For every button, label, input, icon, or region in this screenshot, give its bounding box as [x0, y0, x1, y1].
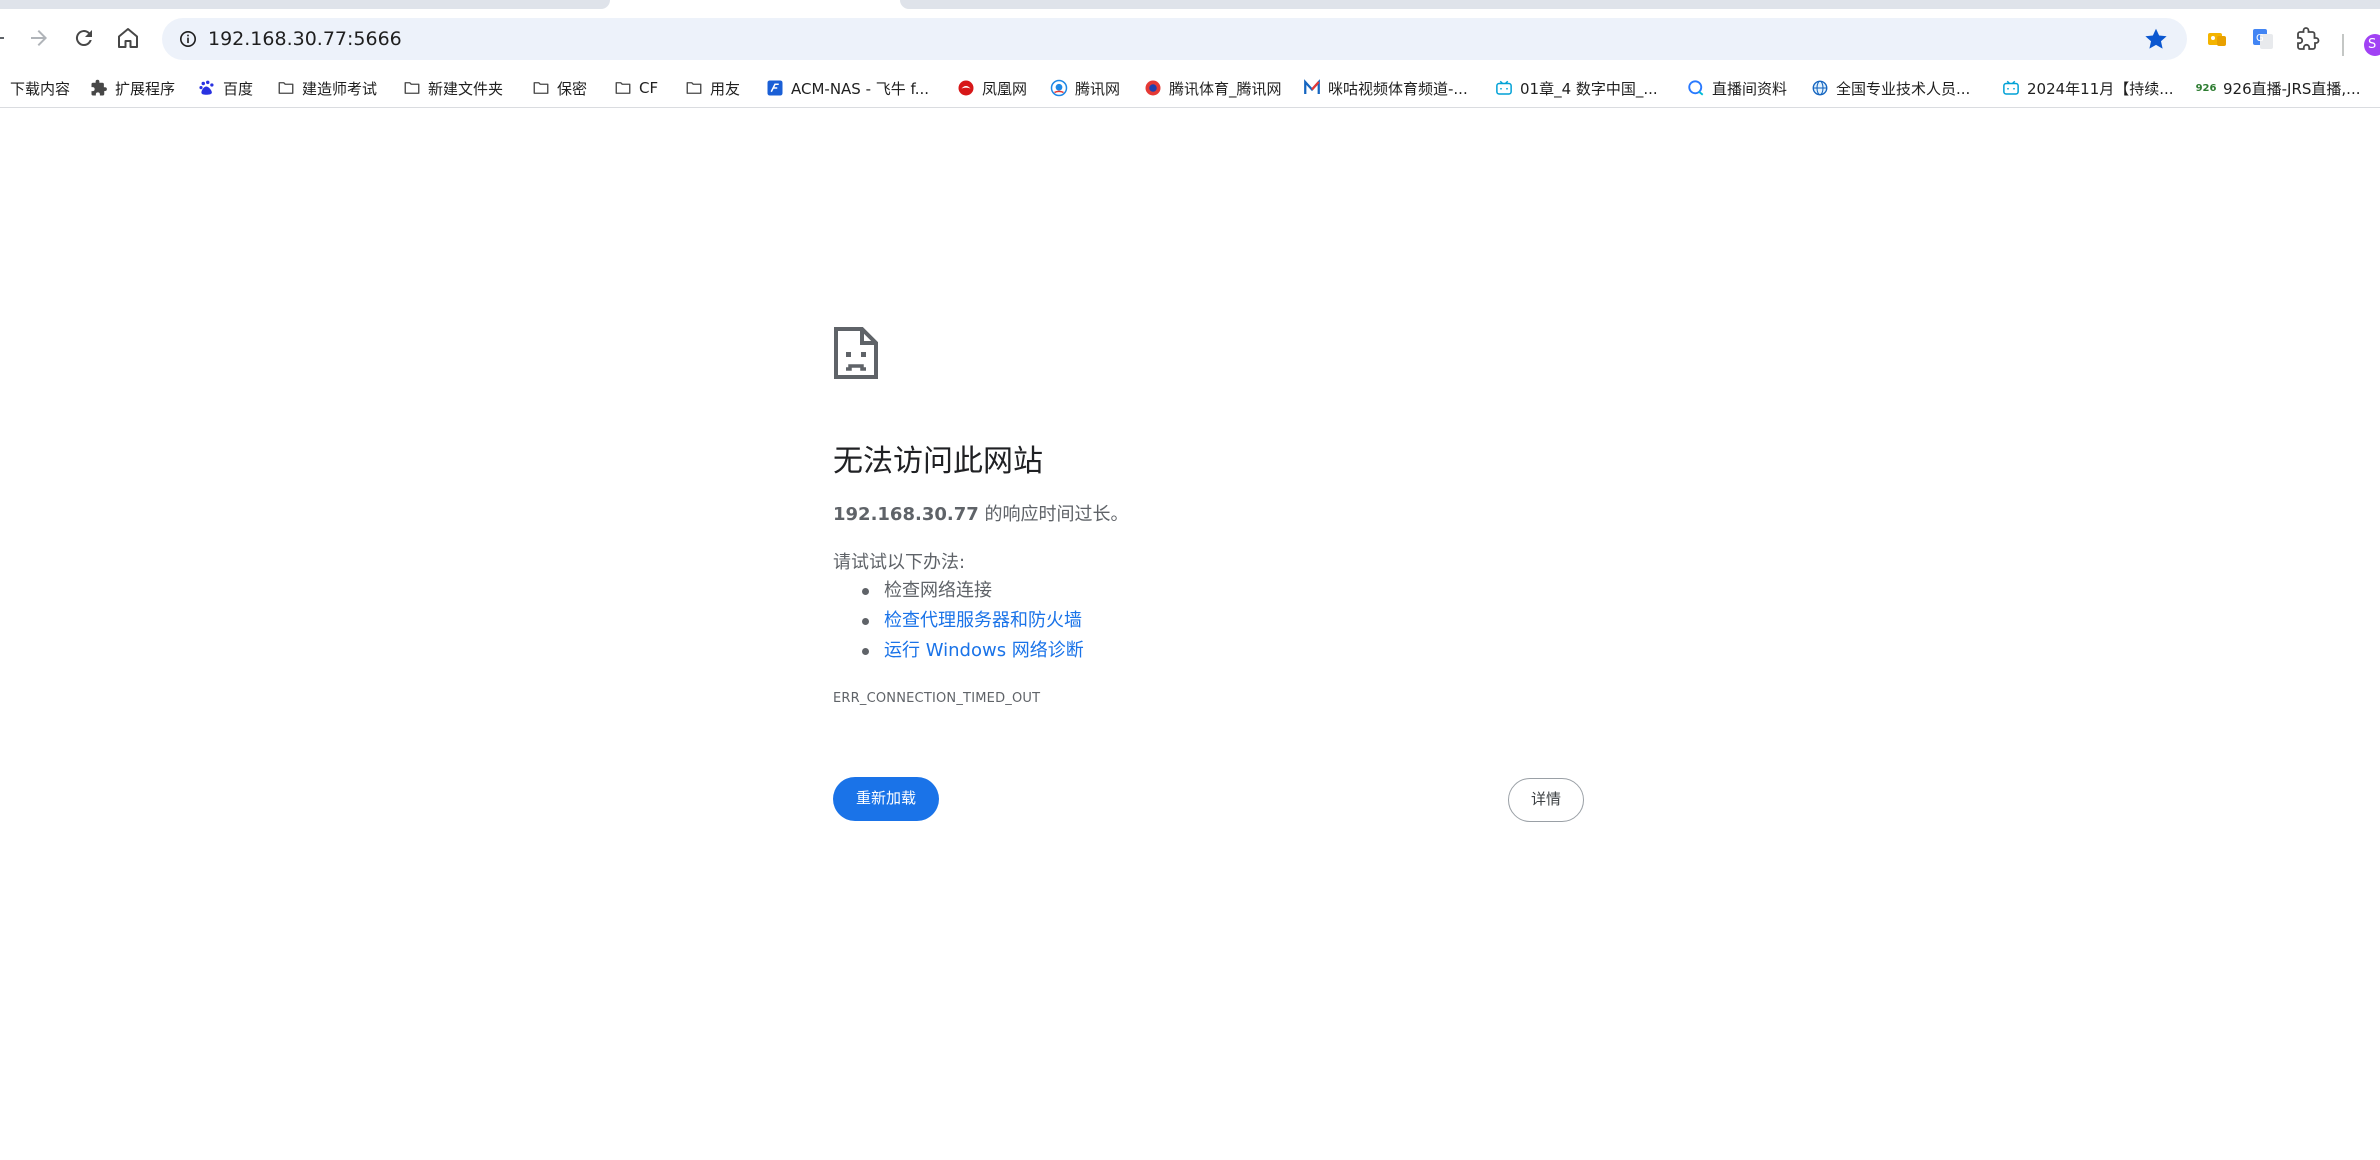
bookmark-label: 926直播-JRS直播,...: [2223, 79, 2361, 98]
arrow-right-icon: [31, 30, 47, 46]
url-text[interactable]: 192.168.30.77:5666: [208, 18, 402, 60]
browser-toolbar: 192.168.30.77:5666 G S: [0, 10, 2380, 68]
bookmark-label: CF: [639, 79, 659, 97]
folder-icon: [277, 79, 295, 97]
site-info-button[interactable]: [172, 23, 204, 55]
error-description: 192.168.30.77 的响应时间过长。: [833, 500, 1129, 526]
bookmark-star-icon[interactable]: [2143, 26, 2169, 52]
home-icon: [118, 28, 138, 48]
browser-tab[interactable]: [0, 0, 610, 9]
migu-icon: [1303, 79, 1321, 97]
bookmark-item[interactable]: 凤凰网: [957, 68, 1028, 107]
bilibili-icon: [2002, 79, 2020, 97]
bookmark-folder[interactable]: 建造师考试: [277, 68, 378, 107]
reload-button[interactable]: [62, 16, 106, 60]
suggestions-list: 检查网络连接 检查代理服务器和防火墙 运行 Windows 网络诊断: [862, 576, 1084, 666]
forward-button[interactable]: [17, 16, 61, 60]
browser-tab[interactable]: [900, 0, 2380, 9]
bilibili-icon: [1495, 79, 1513, 97]
error-description-suffix: 的响应时间过长。: [978, 504, 1129, 525]
bookmark-label: 2024年11月【持续...: [2027, 79, 2174, 98]
info-icon: [179, 30, 197, 48]
bookmark-label: 01章_4 数字中国_...: [1520, 79, 1658, 98]
profile-avatar[interactable]: S: [2364, 34, 2380, 56]
bookmark-item[interactable]: 直播间资料: [1687, 68, 1788, 107]
bookmark-item[interactable]: 咪咕视频体育频道-...: [1303, 68, 1468, 107]
ifeng-icon: [957, 79, 975, 97]
bookmark-folder[interactable]: 新建文件夹: [403, 68, 504, 107]
bookmark-item[interactable]: 百度: [198, 68, 254, 107]
extension-yellow-icon: [2208, 33, 2226, 46]
bookmark-label: 全国专业技术人员...: [1836, 79, 1971, 98]
tab-strip: [0, 0, 2380, 10]
bookmarks-bar: 下载内容 扩展程序 百度 建造师考试 新建文件夹 保密 CF 用友 ACM-NA…: [0, 68, 2380, 108]
address-bar[interactable]: 192.168.30.77:5666: [162, 18, 2187, 60]
google-translate-icon: G: [2253, 29, 2273, 49]
error-title: 无法访问此网站: [833, 444, 1043, 479]
bookmark-label: 扩展程序: [115, 79, 176, 98]
bookmark-item[interactable]: 腾讯网: [1050, 68, 1121, 107]
puzzle-icon: [90, 79, 108, 97]
bookmark-label: 直播间资料: [1712, 79, 1788, 98]
bookmark-item[interactable]: 926 926直播-JRS直播,...: [2195, 68, 2361, 107]
back-button[interactable]: [0, 16, 18, 60]
suggestions-heading: 请试试以下办法:: [833, 552, 966, 573]
svg-text:G: G: [2256, 33, 2264, 44]
bookmark-label: 腾讯体育_腾讯网: [1169, 79, 1282, 98]
bookmark-label: 咪咕视频体育频道-...: [1328, 79, 1468, 98]
refresh-icon: [75, 30, 92, 47]
qq-sports-icon: [1144, 79, 1162, 97]
suggestion-check-connection: 检查网络连接: [862, 576, 1084, 606]
bookmark-label: 百度: [223, 79, 254, 98]
bookmark-item[interactable]: ACM-NAS - 飞牛 f...: [766, 68, 930, 107]
folder-icon: [614, 79, 632, 97]
qq-icon: [1050, 79, 1068, 97]
bookmark-label: ACM-NAS - 飞牛 f...: [791, 79, 930, 98]
bookmark-folder[interactable]: CF: [614, 68, 659, 107]
error-host: 192.168.30.77: [833, 504, 979, 525]
reload-page-button[interactable]: 重新加载: [833, 777, 939, 821]
bookmark-label: 腾讯网: [1075, 79, 1121, 98]
puzzle-icon: [2297, 27, 2320, 50]
bookmark-label: 凤凰网: [982, 79, 1028, 98]
bookmark-item[interactable]: 2024年11月【持续...: [2002, 68, 2174, 107]
bookmark-label: 用友: [710, 79, 741, 98]
bookmark-folder[interactable]: 用友: [685, 68, 741, 107]
bookmark-label: 新建文件夹: [428, 79, 504, 98]
chat-bubble-icon: [1687, 79, 1705, 97]
suggestion-run-diagnostics-link[interactable]: 运行 Windows 网络诊断: [862, 636, 1084, 666]
home-button[interactable]: [106, 16, 150, 60]
toolbar-separator: [2342, 34, 2344, 56]
extensions-menu-button[interactable]: [2289, 20, 2327, 58]
jrs-926-icon: 926: [2195, 82, 2217, 94]
bookmark-item[interactable]: 下载内容: [10, 68, 71, 107]
arrow-left-icon: [0, 37, 4, 39]
bookmark-label: 建造师考试: [302, 79, 378, 98]
bookmark-item[interactable]: 扩展程序: [90, 68, 176, 107]
folder-icon: [403, 79, 421, 97]
bookmark-item[interactable]: 腾讯体育_腾讯网: [1144, 68, 1282, 107]
translate-button[interactable]: G: [2244, 20, 2282, 58]
folder-icon: [532, 79, 550, 97]
bookmark-folder[interactable]: 保密: [532, 68, 588, 107]
baidu-paw-icon: [198, 79, 216, 97]
bookmark-item[interactable]: 全国专业技术人员...: [1811, 68, 1971, 107]
bookmark-label: 保密: [557, 79, 588, 98]
suggestion-check-proxy-link[interactable]: 检查代理服务器和防火墙: [862, 606, 1084, 636]
details-button[interactable]: 详情: [1508, 778, 1584, 822]
fnos-icon: [766, 79, 784, 97]
extension-button[interactable]: [2198, 20, 2236, 58]
bookmark-item[interactable]: 01章_4 数字中国_...: [1495, 68, 1658, 107]
folder-icon: [685, 79, 703, 97]
sad-page-icon: [834, 327, 878, 379]
error-code: ERR_CONNECTION_TIMED_OUT: [833, 691, 1041, 706]
bookmark-label: 下载内容: [10, 79, 71, 98]
globe-icon: [1811, 79, 1829, 97]
